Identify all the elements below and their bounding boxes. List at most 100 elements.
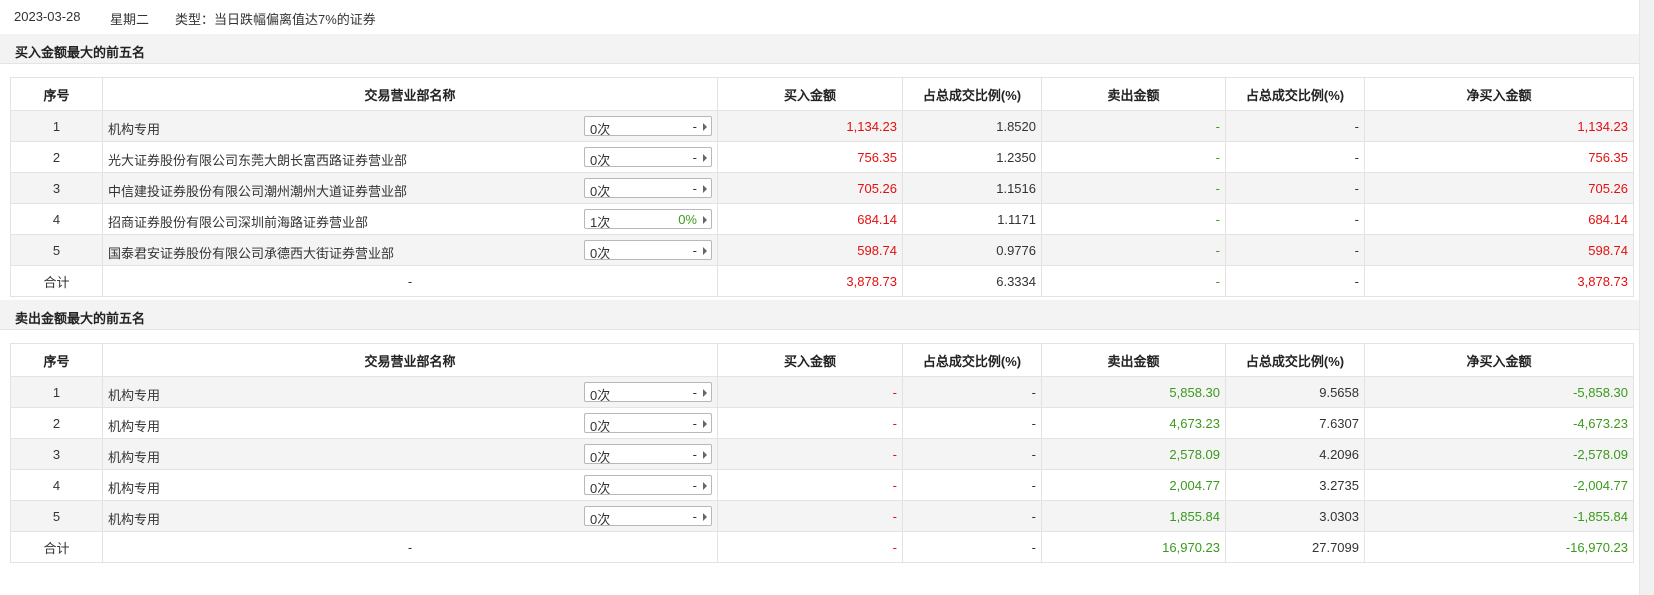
appearance-count: 0次 (590, 419, 611, 434)
table-row: 5 国泰君安证券股份有限公司承德西大街证券营业部 0次 -598.74 0.9776- -… (10, 234, 1634, 266)
buy-top5-table: 序号 交易营业部名称 买入金额 占总成交比例(%) 卖出金额 占总成交比例(%)… (10, 77, 1634, 297)
caret-right-icon (703, 389, 707, 397)
appearance-rate: 0% (678, 212, 697, 227)
total-branch: - (102, 531, 718, 563)
appearance-count-dropdown[interactable]: 0次 - (584, 240, 712, 261)
total-buy-amount: - (717, 531, 903, 563)
sell-ratio: 7.6307 (1225, 407, 1365, 439)
list-type: 类型：当日跌幅偏离值达7%的证券 (175, 12, 376, 27)
trade-date: 2023-03-28 (14, 9, 81, 24)
appearance-rate: - (692, 447, 697, 462)
sell-section-title: 卖出金额最大的前五名 (15, 311, 146, 326)
net-buy-amount: -2,578.09 (1364, 438, 1634, 470)
table-row: 1 机构专用 0次 -1,134.23 1.8520- -1,134.23 (10, 110, 1634, 142)
branch-name-link[interactable]: 招商证券股份有限公司深圳前海路证券营业部 (108, 212, 368, 231)
total-buy-ratio: - (902, 531, 1042, 563)
row-no: 4 (10, 203, 103, 235)
sell-amount: 2,004.77 (1041, 469, 1226, 501)
total-row: 合计 - - -16,970.23 27.7099 -16,970.23 (10, 531, 1634, 563)
buy-amount: 705.26 (717, 172, 903, 204)
buy-amount: - (717, 407, 903, 439)
total-net-buy-amount: 3,878.73 (1364, 265, 1634, 297)
appearance-count: 0次 (590, 122, 611, 137)
buy-amount: 684.14 (717, 203, 903, 235)
col-buy: 买入金额 (717, 343, 903, 377)
sell-ratio: 9.5658 (1225, 376, 1365, 408)
total-sell-amount: 16,970.23 (1041, 531, 1226, 563)
row-no: 3 (10, 438, 103, 470)
weekday: 星期二 (110, 12, 150, 27)
appearance-rate: - (692, 243, 697, 258)
branch-name-link[interactable]: 机构专用 (108, 478, 160, 497)
table-header: 序号 交易营业部名称 买入金额 占总成交比例(%) 卖出金额 占总成交比例(%)… (10, 77, 1634, 111)
total-branch: - (102, 265, 718, 297)
branch-cell: 机构专用 0次 - (102, 110, 718, 142)
sell-ratio: - (1225, 141, 1365, 173)
branch-name-link[interactable]: 机构专用 (108, 509, 160, 528)
col-no: 序号 (10, 343, 103, 377)
sell-ratio: 4.2096 (1225, 438, 1365, 470)
branch-name-link[interactable]: 机构专用 (108, 385, 160, 404)
appearance-count-dropdown[interactable]: 1次 0% (584, 209, 712, 230)
buy-ratio: 1.2350 (902, 141, 1042, 173)
appearance-count-dropdown[interactable]: 0次 - (584, 116, 712, 137)
buy-ratio: - (902, 407, 1042, 439)
row-no: 5 (10, 500, 103, 532)
col-net: 净买入金额 (1364, 77, 1634, 111)
net-buy-amount: 684.14 (1364, 203, 1634, 235)
caret-right-icon (703, 247, 707, 255)
buy-amount: 598.74 (717, 234, 903, 266)
col-buy-ratio: 占总成交比例(%) (902, 77, 1042, 111)
branch-name-link[interactable]: 国泰君安证券股份有限公司承德西大街证券营业部 (108, 243, 394, 262)
appearance-count-dropdown[interactable]: 0次 - (584, 382, 712, 403)
table-row: 1 机构专用 0次 - - -5,858.30 9.5658 -5,858.30 (10, 376, 1634, 408)
appearance-count-dropdown[interactable]: 0次 - (584, 178, 712, 199)
buy-amount: - (717, 376, 903, 408)
buy-ratio: 1.1171 (902, 203, 1042, 235)
sell-top5-table: 序号 交易营业部名称 买入金额 占总成交比例(%) 卖出金额 占总成交比例(%)… (10, 343, 1634, 563)
branch-cell: 国泰君安证券股份有限公司承德西大街证券营业部 0次 - (102, 234, 718, 266)
row-no: 5 (10, 234, 103, 266)
col-buy-ratio: 占总成交比例(%) (902, 343, 1042, 377)
appearance-rate: - (692, 385, 697, 400)
table-row: 5 机构专用 0次 - - -1,855.84 3.0303 -1,855.84 (10, 500, 1634, 532)
appearance-count-dropdown[interactable]: 0次 - (584, 475, 712, 496)
col-sell: 卖出金额 (1041, 343, 1226, 377)
caret-right-icon (703, 513, 707, 521)
appearance-count-dropdown[interactable]: 0次 - (584, 506, 712, 527)
caret-right-icon (703, 482, 707, 490)
total-buy-ratio: 6.3334 (902, 265, 1042, 297)
branch-cell: 机构专用 0次 - (102, 438, 718, 470)
col-sell-ratio: 占总成交比例(%) (1225, 77, 1365, 111)
appearance-count-dropdown[interactable]: 0次 - (584, 413, 712, 434)
row-no: 1 (10, 110, 103, 142)
appearance-rate: - (692, 119, 697, 134)
sell-amount: - (1041, 172, 1226, 204)
appearance-count-dropdown[interactable]: 0次 - (584, 444, 712, 465)
appearance-count: 0次 (590, 481, 611, 496)
vertical-scrollbar[interactable] (1639, 0, 1654, 595)
total-sell-ratio: - (1225, 265, 1365, 297)
table-row: 2 机构专用 0次 - - -4,673.23 7.6307 -4,673.23 (10, 407, 1634, 439)
branch-cell: 机构专用 0次 - (102, 469, 718, 501)
branch-name-link[interactable]: 中信建投证券股份有限公司潮州潮州大道证券营业部 (108, 181, 407, 200)
appearance-count-dropdown[interactable]: 0次 - (584, 147, 712, 168)
buy-ratio: 1.1516 (902, 172, 1042, 204)
appearance-count: 0次 (590, 153, 611, 168)
sell-ratio: 3.2735 (1225, 469, 1365, 501)
sell-amount: 1,855.84 (1041, 500, 1226, 532)
table-row: 3 中信建投证券股份有限公司潮州潮州大道证券营业部 0次 -705.26 1.1516-… (10, 172, 1634, 204)
row-no: 1 (10, 376, 103, 408)
branch-name-link[interactable]: 机构专用 (108, 119, 160, 138)
row-no: 2 (10, 407, 103, 439)
net-buy-amount: -4,673.23 (1364, 407, 1634, 439)
net-buy-amount: -5,858.30 (1364, 376, 1634, 408)
col-sell: 卖出金额 (1041, 77, 1226, 111)
caret-right-icon (703, 154, 707, 162)
net-buy-amount: 1,134.23 (1364, 110, 1634, 142)
branch-name-link[interactable]: 光大证券股份有限公司东莞大朗长富西路证券营业部 (108, 150, 407, 169)
sell-table-body: 1 机构专用 0次 - - -5,858.30 9.5658 -5,858.30 2 机构专用 0次… (10, 376, 1634, 563)
branch-name-link[interactable]: 机构专用 (108, 447, 160, 466)
buy-ratio: - (902, 469, 1042, 501)
branch-name-link[interactable]: 机构专用 (108, 416, 160, 435)
